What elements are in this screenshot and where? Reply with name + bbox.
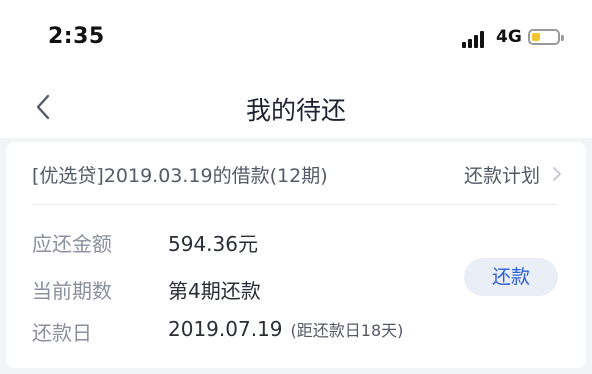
- due-date-label: 还款日: [32, 321, 92, 345]
- page-title: 我的待还: [245, 96, 346, 125]
- days-remaining-note: (距还款日18天): [290, 321, 404, 340]
- repay-button[interactable]: 还款: [464, 258, 558, 296]
- divider: [32, 204, 558, 205]
- chevron-right-icon: [553, 167, 561, 181]
- signal-strength-icon: [462, 30, 490, 48]
- due-date-value-group: 2019.07.19 (距还款日18天): [168, 317, 403, 341]
- loan-title: [优选贷]2019.03.19的借款(12期): [32, 165, 328, 187]
- current-period-label: 当前期数: [32, 279, 112, 303]
- status-bar: 2:35 4G: [0, 0, 592, 76]
- repayment-plan-label: 还款计划: [463, 164, 540, 187]
- amount-due-label: 应还金额: [32, 232, 112, 256]
- network-type: 4G: [496, 27, 522, 47]
- battery-icon: [528, 29, 564, 45]
- due-date-value: 2019.07.19: [168, 317, 283, 341]
- current-period-value: 第4期还款: [168, 279, 261, 303]
- amount-due-value: 594.36元: [168, 232, 258, 256]
- status-time: 2:35: [48, 24, 105, 49]
- nav-bar: 我的待还: [0, 76, 592, 138]
- loan-card: [优选贷]2019.03.19的借款(12期) 还款计划 应还金额 594.36…: [6, 142, 586, 368]
- repayment-plan-link[interactable]: 还款计划: [464, 160, 564, 188]
